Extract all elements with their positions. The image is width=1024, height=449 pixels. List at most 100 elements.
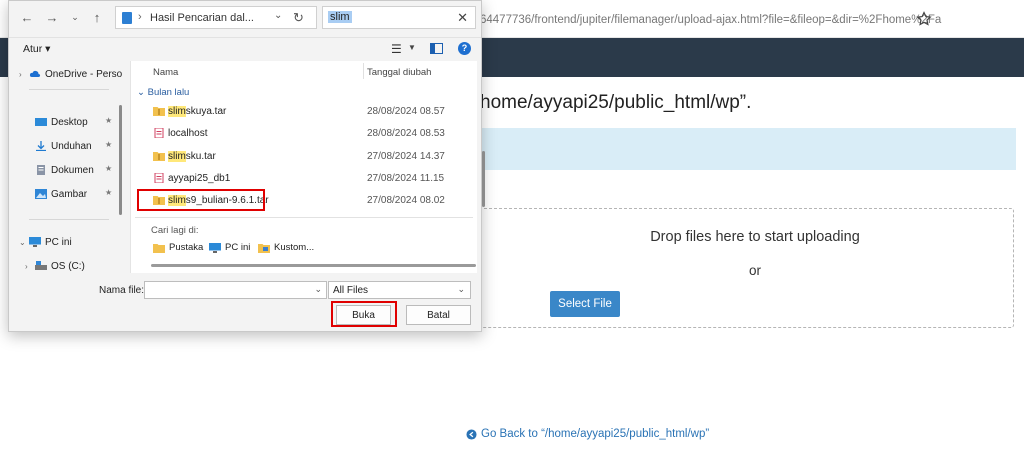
picture-icon <box>35 189 47 199</box>
recent-chevron-down-icon[interactable]: ⌄ <box>67 9 83 25</box>
filename-input[interactable]: ⌄ <box>144 281 327 299</box>
select-file-button[interactable]: Select File <box>550 291 620 317</box>
file-row[interactable]: slimsku.tar 27/08/2024 14.37 <box>131 147 471 167</box>
nav-item-downloads[interactable]: Unduhan ★ <box>9 137 124 155</box>
document-icon <box>37 165 45 175</box>
nav-item-pictures[interactable]: Gambar ★ <box>9 185 124 203</box>
address-url[interactable]: 64477736/frontend/jupiter/filemanager/up… <box>480 14 941 26</box>
column-divider <box>363 63 364 79</box>
chevron-down-icon[interactable]: ⌄ <box>457 284 465 295</box>
file-name[interactable]: localhost <box>168 128 207 139</box>
nav-label-desktop: Desktop <box>51 116 88 128</box>
computer-icon <box>209 242 221 253</box>
dropzone-text: Drop files here to start uploading <box>650 229 860 245</box>
file-name-text: sku.tar <box>185 151 216 162</box>
file-date: 27/08/2024 14.37 <box>367 151 445 162</box>
file-name[interactable]: ayyapi25_db1 <box>168 173 230 184</box>
pin-icon: ★ <box>105 116 113 125</box>
file-name-text: skuya.tar <box>185 106 227 117</box>
expand-chevron-icon[interactable]: › <box>19 70 29 79</box>
help-icon[interactable]: ? <box>458 42 471 55</box>
filename-label: Nama file: <box>99 285 145 296</box>
file-name-text: localhost <box>168 128 208 139</box>
search-again-this-pc[interactable]: PC ini <box>209 242 250 253</box>
path-breadcrumb[interactable]: › Hasil Pencarian dal... ⌄ <box>115 6 317 29</box>
column-header-date[interactable]: Tanggal diubah <box>367 67 431 78</box>
file-list-horizontal-scrollbar[interactable] <box>151 264 476 267</box>
search-again-libraries[interactable]: Pustaka <box>153 242 203 253</box>
back-arrow-icon[interactable]: ← <box>19 9 35 25</box>
path-dropdown-chevron-icon[interactable]: ⌄ <box>274 10 282 21</box>
up-arrow-icon[interactable]: ↑ <box>89 9 105 25</box>
file-list-pane: Nama Tanggal diubah ⌄ Bulan lalu slimsku… <box>130 61 485 273</box>
search-again-custom[interactable]: Kustom... <box>258 242 314 253</box>
download-icon <box>36 141 46 151</box>
bookmark-star-icon[interactable] <box>916 11 932 27</box>
nav-item-onedrive[interactable]: › OneDrive - Perso <box>9 65 124 83</box>
arrow-left-circle-icon <box>466 428 477 440</box>
nav-label-this-pc: PC ini <box>45 236 72 248</box>
folder-icon <box>153 243 165 253</box>
file-date: 27/08/2024 11.15 <box>367 173 445 184</box>
nav-divider <box>29 89 109 90</box>
dialog-nav-row: ← → ⌄ ↑ › Hasil Pencarian dal... ⌄ ↻ sli… <box>9 1 481 35</box>
collapse-chevron-icon[interactable]: ⌄ <box>19 238 29 247</box>
refresh-icon[interactable]: ↻ <box>293 10 304 26</box>
upload-destination-title: home/ayyapi25/public_html/wp”. <box>480 92 752 113</box>
sql-file-icon <box>154 128 164 138</box>
nav-item-os-drive[interactable]: › OS (C:) <box>9 257 124 275</box>
nav-scrollbar[interactable] <box>119 105 122 215</box>
search-value[interactable]: slim <box>328 11 352 23</box>
nav-divider <box>29 219 109 220</box>
folder-icon <box>122 12 132 24</box>
file-row[interactable]: ayyapi25_db1 27/08/2024 11.15 <box>131 169 471 189</box>
nav-label-onedrive: OneDrive - Perso <box>45 68 123 80</box>
custom-folder-icon <box>258 243 270 253</box>
cancel-button[interactable]: Batal <box>406 305 471 325</box>
file-name[interactable]: slimsku.tar <box>168 151 216 162</box>
chevron-down-icon[interactable]: ⌄ <box>314 284 322 295</box>
file-list-vertical-scrollbar[interactable] <box>482 151 485 207</box>
preview-pane-icon[interactable] <box>430 43 443 54</box>
file-type-select[interactable]: All Files ⌄ <box>328 281 471 299</box>
computer-icon <box>29 237 41 247</box>
info-banner <box>480 128 1016 170</box>
forward-arrow-icon[interactable]: → <box>44 9 60 25</box>
search-match-highlight: slim <box>168 106 186 117</box>
nav-item-desktop[interactable]: Desktop ★ <box>9 113 124 131</box>
path-text[interactable]: Hasil Pencarian dal... <box>150 12 254 24</box>
nav-label-pictures: Gambar <box>51 188 88 200</box>
view-options-chevron-icon[interactable]: ▼ <box>408 43 416 52</box>
file-date: 28/08/2024 08.53 <box>367 128 445 139</box>
go-back-label[interactable]: Go Back to “/home/ayyapi25/public_html/w… <box>481 428 709 440</box>
organize-menu[interactable]: Atur ▾ <box>23 43 50 55</box>
file-row[interactable]: localhost 28/08/2024 08.53 <box>131 124 471 144</box>
expand-chevron-icon[interactable]: › <box>25 262 35 271</box>
search-again-label-1[interactable]: PC ini <box>225 242 250 253</box>
view-list-icon[interactable]: ☰ <box>391 42 402 56</box>
drive-icon <box>35 261 47 270</box>
chevron-down-icon: ⌄ <box>137 87 145 98</box>
nav-item-this-pc[interactable]: ⌄ PC ini <box>9 233 124 251</box>
dropzone-or-text: or <box>748 263 761 278</box>
group-header[interactable]: ⌄ Bulan lalu <box>137 87 189 98</box>
search-again-label-2[interactable]: Kustom... <box>274 242 314 253</box>
upload-dropzone[interactable]: Drop files here to start uploading or Se… <box>436 208 1014 328</box>
group-label: Bulan lalu <box>147 87 190 98</box>
file-type-value[interactable]: All Files <box>333 285 368 296</box>
screen: 64477736/frontend/jupiter/filemanager/up… <box>0 0 1024 449</box>
breadcrumb-chevron-icon: › <box>138 11 142 23</box>
go-back-link[interactable]: Go Back to “/home/ayyapi25/public_html/w… <box>466 428 709 440</box>
nav-item-documents[interactable]: Dokumen ★ <box>9 161 124 179</box>
column-header-name[interactable]: Nama <box>153 67 178 78</box>
cloud-icon <box>29 70 41 77</box>
file-name[interactable]: slimskuya.tar <box>168 106 226 117</box>
highlight-box-open-button <box>331 301 397 327</box>
search-again-label-0[interactable]: Pustaka <box>169 242 203 253</box>
close-icon[interactable]: ✕ <box>457 10 468 26</box>
sql-file-icon <box>154 173 164 183</box>
dialog-toolbar: Atur ▾ ☰ ▼ ? <box>9 37 481 59</box>
highlight-box-selected-file <box>137 189 265 211</box>
search-input[interactable]: slim ✕ <box>322 6 476 29</box>
file-row[interactable]: slimskuya.tar 28/08/2024 08.57 <box>131 102 471 122</box>
